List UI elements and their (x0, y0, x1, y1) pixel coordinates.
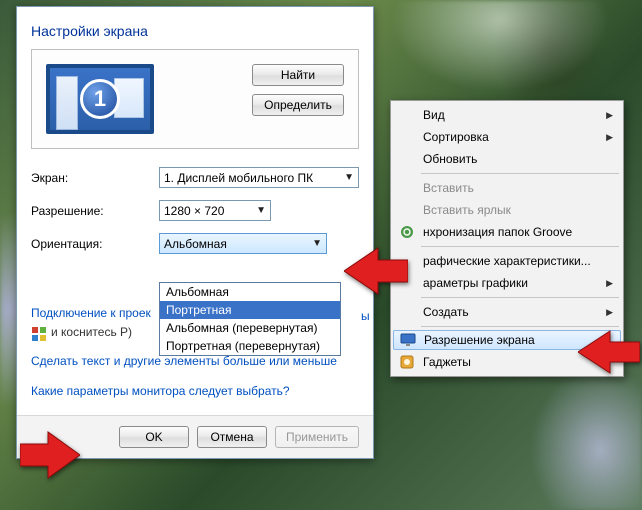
windows-key-icon (31, 326, 47, 342)
orientation-option[interactable]: Альбомная (160, 283, 340, 301)
orientation-label: Ориентация: (31, 237, 159, 251)
submenu-arrow-icon: ▶ (606, 307, 613, 318)
find-button[interactable]: Найти (252, 64, 344, 86)
ctx-separator (421, 326, 619, 327)
ctx-graphics-properties[interactable]: рафические характеристики... (393, 250, 621, 272)
screen-label: Экран: (31, 171, 159, 185)
ctx-separator (421, 173, 619, 174)
monitor-icon (400, 332, 416, 348)
annotation-arrow-left (578, 328, 640, 379)
ctx-new[interactable]: Создать ▶ (393, 301, 621, 323)
ctx-paste: Вставить (393, 177, 621, 199)
ctx-graphics-params[interactable]: араметры графики ▶ (393, 272, 621, 294)
ctx-separator (421, 246, 619, 247)
ctx-view[interactable]: Вид ▶ (393, 104, 621, 126)
orientation-option[interactable]: Портретная (160, 301, 340, 319)
ctx-paste-shortcut: Вставить ярлык (393, 199, 621, 221)
ok-button[interactable]: OK (119, 426, 189, 448)
apply-button[interactable]: Применить (275, 426, 359, 448)
projector-link[interactable]: Подключение к проек (31, 304, 151, 323)
detect-button[interactable]: Определить (252, 94, 344, 116)
chevron-down-icon: ▼ (338, 172, 354, 183)
resolution-combo[interactable]: 1280 × 720 ▼ (159, 200, 271, 221)
submenu-arrow-icon: ▶ (606, 132, 613, 143)
screen-combo[interactable]: 1. Дисплей мобильного ПК ▼ (159, 167, 359, 188)
groove-icon (399, 224, 415, 240)
ctx-groove-sync[interactable]: нхронизация папок Groove (393, 221, 621, 243)
orientation-combo[interactable]: Альбомная ▼ (159, 233, 327, 254)
ctx-sort[interactable]: Сортировка ▶ (393, 126, 621, 148)
resolution-label: Разрешение: (31, 204, 159, 218)
annotation-arrow-left (344, 244, 408, 301)
orientation-option[interactable]: Портретная (перевернутая) (160, 337, 340, 355)
orientation-option[interactable]: Альбомная (перевернутая) (160, 319, 340, 337)
submenu-arrow-icon: ▶ (606, 110, 613, 121)
submenu-arrow-icon: ▶ (606, 278, 613, 289)
gadgets-icon (399, 354, 415, 370)
projector-hint-text: и коснитесь P) (51, 323, 132, 342)
monitor-number-badge: 1 (80, 79, 120, 119)
partial-hint-text: ы (361, 309, 370, 323)
annotation-arrow-right (20, 428, 80, 485)
ctx-separator (421, 297, 619, 298)
monitor-params-link[interactable]: Какие параметры монитора следует выбрать… (31, 382, 359, 401)
display-settings-dialog: Настройки экрана 1 Найти Определить Экра… (16, 6, 374, 459)
ctx-refresh[interactable]: Обновить (393, 148, 621, 170)
chevron-down-icon: ▼ (250, 205, 266, 216)
cancel-button[interactable]: Отмена (197, 426, 267, 448)
monitor-preview-box: 1 Найти Определить (31, 49, 359, 149)
chevron-down-icon: ▼ (306, 238, 322, 249)
dialog-title: Настройки экрана (31, 23, 359, 39)
orientation-dropdown-list: Альбомная Портретная Альбомная (переверн… (159, 282, 341, 356)
monitor-thumbnail[interactable]: 1 (46, 64, 154, 134)
